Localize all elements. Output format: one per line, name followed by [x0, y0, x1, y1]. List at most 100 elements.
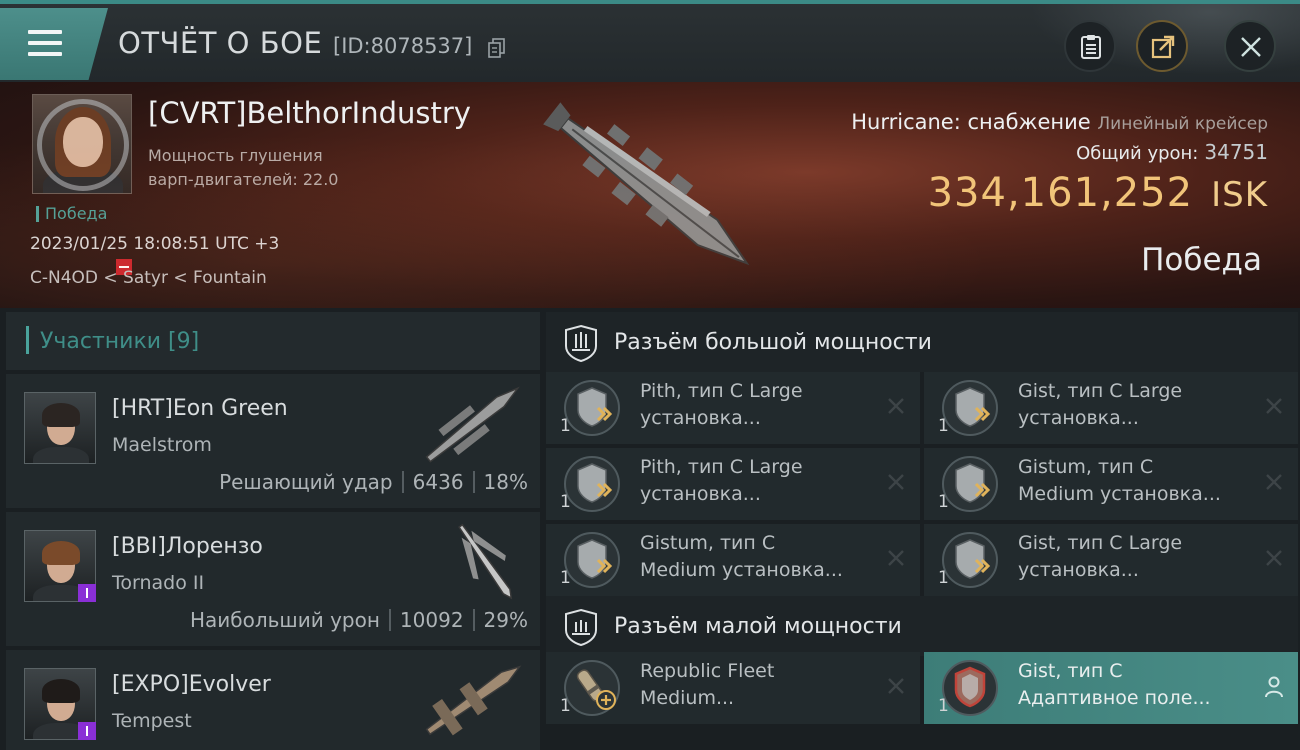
- high-slots-header: Разъём большой мощности: [546, 312, 1298, 372]
- module-slot[interactable]: 1 Pith, тип C Large установка...: [546, 372, 920, 444]
- adaptive-field-icon: [942, 660, 998, 716]
- menu-button[interactable]: [0, 8, 108, 80]
- offline-x-icon: [888, 550, 904, 566]
- participant-damage: 10092: [399, 608, 464, 632]
- module-slot[interactable]: 1 Pith, тип C Large установка...: [546, 448, 920, 520]
- report-id: [ID:8078537]: [333, 34, 473, 58]
- participant-stats: Решающий удар 6436 18%: [219, 470, 528, 494]
- top-bar: ОТЧЁТ О БОЕ [ID:8078537]: [0, 0, 1300, 86]
- result-tag: Победа: [36, 206, 107, 222]
- participant-damage: 6436: [412, 470, 464, 494]
- participant-percent: 29%: [483, 608, 528, 632]
- module-slot[interactable]: 1 Gist, тип C Large установка...: [924, 524, 1298, 596]
- participant-ship-image: [458, 523, 513, 600]
- victim-ship-image: [543, 102, 750, 266]
- participant-role: Решающий удар: [219, 470, 393, 494]
- module-quantity: 1: [938, 416, 949, 436]
- module-quantity: 1: [560, 416, 571, 436]
- participant-stats: Наибольший урон 10092 29%: [190, 608, 528, 632]
- corp-info-icon: [78, 584, 96, 602]
- offline-x-icon: [1266, 550, 1282, 566]
- module-quantity: 1: [938, 492, 949, 512]
- close-button[interactable]: [1224, 20, 1276, 72]
- pilot-portrait[interactable]: [32, 94, 132, 194]
- victim-ship-label: Hurricane: снабжение: [851, 110, 1091, 134]
- participant-name: [HRT]Eon Green: [112, 396, 288, 421]
- share-icon: [1151, 35, 1175, 59]
- standing-badge-icon: [116, 259, 132, 275]
- kill-summary-banner: [CVRT]BelthorIndustry Мощность глушения …: [0, 82, 1300, 308]
- offline-x-icon: [888, 398, 904, 414]
- module-slot[interactable]: 1 Gist, тип C Адаптивное поле...: [924, 652, 1298, 724]
- module-slot[interactable]: 1 Gistum, тип C Medium установка...: [924, 448, 1298, 520]
- shield-booster-icon: [564, 532, 620, 588]
- menu-icon: [28, 30, 62, 56]
- participant-row[interactable]: [BBI]Лорензо Tornado II Наибольший урон 1…: [6, 512, 540, 646]
- clipboard-icon: [1081, 35, 1101, 59]
- module-name-line1: Gistum, тип C: [1018, 456, 1154, 478]
- module-name-line2: установка...: [640, 407, 761, 429]
- low-slots-title: Разъём малой мощности: [614, 614, 902, 639]
- module-name: Gist, тип C Large установка...: [1018, 530, 1248, 584]
- low-slot-icon: [565, 608, 597, 646]
- ammo-module-icon: [564, 660, 620, 716]
- victim-ship-class: Линейный крейсер: [1097, 114, 1268, 134]
- page-title: ОТЧЁТ О БОЕ: [118, 26, 323, 60]
- pilot-name[interactable]: [CVRT]BelthorIndustry: [148, 96, 471, 130]
- module-quantity: 1: [938, 696, 949, 716]
- participant-avatar[interactable]: [24, 392, 96, 464]
- close-icon: [1241, 37, 1261, 57]
- module-name-line1: Gist, тип C: [1018, 660, 1123, 682]
- isk-amount: 334,161,252: [927, 170, 1194, 216]
- participant-percent: 18%: [483, 470, 528, 494]
- corp-info-icon: [78, 722, 96, 740]
- participants-title: Участники [9]: [40, 329, 200, 354]
- high-slot-icon: [565, 324, 597, 362]
- module-name: Pith, тип C Large установка...: [640, 378, 870, 432]
- participant-ship-image: [425, 386, 520, 463]
- module-name-line2: установка...: [640, 483, 761, 505]
- kill-location[interactable]: C-N4OD < Satyr < Fountain: [30, 268, 267, 288]
- share-button[interactable]: [1136, 20, 1188, 72]
- module-quantity: 1: [938, 568, 949, 588]
- participants-header[interactable]: Участники [9]: [6, 312, 540, 370]
- module-name-line1: Pith, тип C Large: [640, 380, 803, 402]
- fittings-panel: Разъём большой мощности 1 Pith, тип C La…: [542, 308, 1300, 750]
- module-name-line2: Medium установка...: [640, 559, 843, 581]
- module-name: Gistum, тип C Medium установка...: [1018, 454, 1248, 508]
- shield-booster-icon: [942, 380, 998, 436]
- participant-ship: Maelstrom: [112, 434, 212, 456]
- participant-row[interactable]: [HRT]Eon Green Maelstrom Решающий удар 64…: [6, 374, 540, 508]
- person-icon: [1265, 676, 1283, 698]
- report-button[interactable]: [1064, 20, 1116, 72]
- module-quantity: 1: [560, 568, 571, 588]
- shield-booster-icon: [564, 456, 620, 512]
- module-slot[interactable]: 1 Gist, тип C Large установка...: [924, 372, 1298, 444]
- module-name: Pith, тип C Large установка...: [640, 454, 870, 508]
- participant-role: Наибольший урон: [189, 608, 380, 632]
- total-damage: Общий урон: 34751: [1076, 140, 1268, 164]
- high-slots-title: Разъём большой мощности: [614, 330, 932, 355]
- module-name-line2: Medium установка...: [1018, 483, 1221, 505]
- low-slots-header: Разъём малой мощности: [546, 596, 1298, 656]
- offline-x-icon: [1266, 474, 1282, 490]
- module-name-line1: Gist, тип C Large: [1018, 380, 1183, 402]
- victim-ship-name[interactable]: Hurricane: снабжение Линейный крейсер: [851, 110, 1268, 134]
- total-damage-value: 34751: [1204, 140, 1268, 164]
- module-slot[interactable]: 1 Gistum, тип C Medium установка...: [546, 524, 920, 596]
- module-name: Gistum, тип C Medium установка...: [640, 530, 870, 584]
- module-slot[interactable]: 1 Republic Fleet Medium...: [546, 652, 920, 724]
- module-name-line2: установка...: [1018, 407, 1139, 429]
- shield-booster-icon: [942, 456, 998, 512]
- module-name: Gist, тип C Large установка...: [1018, 378, 1248, 432]
- offline-x-icon: [888, 474, 904, 490]
- outcome-label: Победа: [1141, 242, 1262, 278]
- participant-row[interactable]: [EXPO]Evolver Tempest: [6, 650, 540, 750]
- isk-unit: ISK: [1211, 175, 1268, 215]
- module-quantity: 1: [560, 492, 571, 512]
- copy-icon[interactable]: [488, 38, 506, 58]
- offline-x-icon: [1266, 398, 1282, 414]
- module-name-line1: Gist, тип C Large: [1018, 532, 1183, 554]
- module-name-line1: Pith, тип C Large: [640, 456, 803, 478]
- shield-booster-icon: [564, 380, 620, 436]
